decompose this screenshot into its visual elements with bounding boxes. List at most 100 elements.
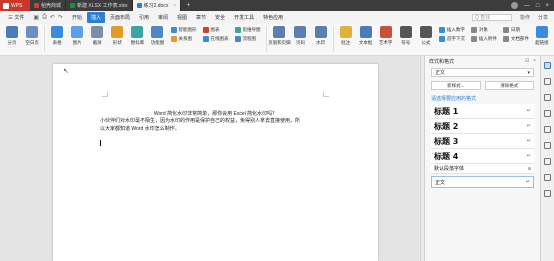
- format-icon[interactable]: [544, 110, 551, 117]
- icon-library-icon: [131, 26, 144, 38]
- undo-icon[interactable]: ↶: [50, 14, 55, 21]
- style-heading-3[interactable]: 标题 3 ↵: [431, 134, 534, 149]
- new-tab-button[interactable]: +: [181, 2, 195, 9]
- menu-features[interactable]: 特色应用: [259, 12, 287, 23]
- share-doc-icon[interactable]: [544, 142, 551, 149]
- watermark-icon: [314, 26, 327, 38]
- save-icon[interactable]: ▣: [33, 14, 39, 21]
- page-break-button[interactable]: 分页: [2, 26, 22, 46]
- flowchart-button[interactable]: 流程图: [234, 36, 261, 42]
- doc-parts-button[interactable]: 文档部件: [502, 36, 529, 42]
- document-paragraph-line[interactable]: 小伙伴们对水印毫不陌生，因为水印的作用是保护自己的权益，免得别人拿去直接使用，所: [100, 117, 340, 125]
- pin-icon[interactable]: ⊟: [525, 58, 529, 64]
- menu-insert[interactable]: 插入: [86, 12, 105, 23]
- file-menu[interactable]: 三 文件: [4, 12, 28, 23]
- shape-button[interactable]: 形状: [107, 26, 127, 46]
- icon-library-button[interactable]: 图标库: [127, 26, 147, 46]
- help-icon[interactable]: [544, 174, 551, 181]
- object-icon: [470, 27, 477, 33]
- style-normal[interactable]: 正文 ↵: [431, 176, 534, 188]
- drop-cap-button[interactable]: 首字下沉: [438, 36, 465, 42]
- button-label: 插入数字: [446, 27, 465, 32]
- wps-app-button[interactable]: WPS: [0, 0, 30, 11]
- search-input[interactable]: Q 查找: [471, 14, 512, 21]
- document-page[interactable]: ↖ Word 简化水印非常简单，那你会用 Excel 简化水印吗？ 小伙伴们对水…: [53, 64, 378, 261]
- menu-developer[interactable]: 开发工具: [230, 12, 258, 23]
- hyperlink-button[interactable]: 超链接: [532, 26, 552, 46]
- limit-edit-icon[interactable]: [544, 126, 551, 133]
- redo-icon[interactable]: ↷: [58, 14, 63, 21]
- textbox-icon: [359, 26, 372, 38]
- wordart-button[interactable]: 艺术字: [376, 26, 396, 46]
- current-style-select[interactable]: 正文 ▾: [431, 68, 534, 77]
- minimize-icon[interactable]: —: [524, 3, 530, 9]
- settings-icon[interactable]: [544, 190, 551, 197]
- collaborate-button[interactable]: 协作: [520, 14, 530, 21]
- style-heading-1[interactable]: 标题 1 ↵: [431, 104, 534, 119]
- date-button[interactable]: 日期: [502, 27, 529, 33]
- menu-references[interactable]: 引用: [135, 12, 153, 23]
- attachment-button[interactable]: 插入附件: [470, 36, 497, 42]
- function-chart-button[interactable]: 功能图: [147, 26, 167, 46]
- picture-button[interactable]: 图片: [67, 26, 87, 46]
- object-button[interactable]: 对象: [470, 27, 497, 33]
- clear-format-button[interactable]: 清除格式: [484, 81, 534, 90]
- header-footer-button[interactable]: 页眉和页脚: [268, 26, 291, 46]
- watermark-button[interactable]: 水印: [311, 26, 331, 46]
- chart-button[interactable]: 图表: [202, 27, 229, 33]
- comment-button[interactable]: 批注: [336, 26, 356, 46]
- shape-edit-icon[interactable]: [544, 94, 551, 101]
- chevron-down-icon: ▾: [527, 69, 530, 76]
- relation-chart-icon: [170, 36, 177, 42]
- backup-icon[interactable]: [544, 158, 551, 165]
- close-icon[interactable]: ×: [545, 3, 549, 9]
- menu-security[interactable]: 安全: [211, 12, 229, 23]
- tab-docx[interactable]: 练习2.docx ×: [132, 0, 182, 11]
- blank-page-button[interactable]: 空白页: [22, 26, 42, 46]
- insert-number-button[interactable]: 插入数字: [438, 27, 465, 33]
- menu-section[interactable]: 章节: [192, 12, 210, 23]
- document-canvas[interactable]: ↖ Word 简化水印非常简单，那你会用 Excel 简化水印吗？ 小伙伴们对水…: [0, 56, 420, 261]
- document-heading[interactable]: Word 简化水印非常简单，那你会用 Excel 简化水印吗？: [53, 110, 378, 117]
- tab-xlsx[interactable]: 新建 XLSX 工作表.xlsx: [66, 0, 133, 11]
- maximize-icon[interactable]: □: [536, 3, 540, 9]
- pointer-select-icon[interactable]: [544, 78, 551, 85]
- share-button[interactable]: 分享: [538, 14, 548, 21]
- screenshot-icon: [91, 26, 104, 38]
- avatar[interactable]: [510, 2, 518, 9]
- pane-button-row: 新样式... 清除格式: [431, 81, 534, 90]
- button-label: 形状: [112, 40, 122, 45]
- style-label: 正文: [435, 179, 446, 186]
- mind-map-button[interactable]: 思维导图: [234, 27, 261, 33]
- close-tab-icon[interactable]: ×: [173, 3, 176, 9]
- divider: [332, 26, 334, 52]
- tab-docer-store[interactable]: 稻壳商城: [30, 0, 67, 11]
- styles-icon[interactable]: [544, 62, 551, 69]
- document-paragraph-line[interactable]: 以大家都知道 Word 水印怎么制作。: [100, 125, 340, 133]
- menu-review[interactable]: 审阅: [154, 12, 172, 23]
- online-chart-icon: [202, 36, 209, 42]
- style-heading-2[interactable]: 标题 2 ↵: [431, 119, 534, 134]
- close-pane-icon[interactable]: ×: [533, 58, 536, 64]
- style-default-font[interactable]: 默认段落字体 a: [431, 164, 534, 174]
- print-icon[interactable]: ⎙: [42, 14, 47, 21]
- menu-layout[interactable]: 页面布局: [106, 12, 134, 23]
- menu-home[interactable]: 开始: [68, 12, 86, 23]
- table-button[interactable]: 表格: [47, 26, 67, 46]
- button-label: 艺术字: [378, 40, 393, 45]
- page-number-button[interactable]: 页码: [290, 26, 310, 46]
- menu-view[interactable]: 视图: [173, 12, 191, 23]
- button-label: 图标库: [130, 40, 145, 45]
- symbol-button[interactable]: 符号: [396, 26, 416, 46]
- online-chart-button[interactable]: 在线图表: [202, 36, 229, 42]
- smart-graphic-button[interactable]: 智能图形: [170, 27, 197, 33]
- style-heading-4[interactable]: 标题 4 ↵: [431, 149, 534, 164]
- style-label: 标题 3: [434, 136, 459, 146]
- screenshot-button[interactable]: 截屏: [87, 26, 107, 46]
- formula-button[interactable]: 公式: [416, 26, 436, 46]
- textbox-button[interactable]: 文本框: [356, 26, 376, 46]
- flowchart-icon: [234, 36, 241, 42]
- new-style-button[interactable]: 新样式...: [431, 81, 481, 90]
- paragraph-mark-icon: ↵: [526, 138, 531, 144]
- relation-chart-button[interactable]: 关系图: [170, 36, 197, 42]
